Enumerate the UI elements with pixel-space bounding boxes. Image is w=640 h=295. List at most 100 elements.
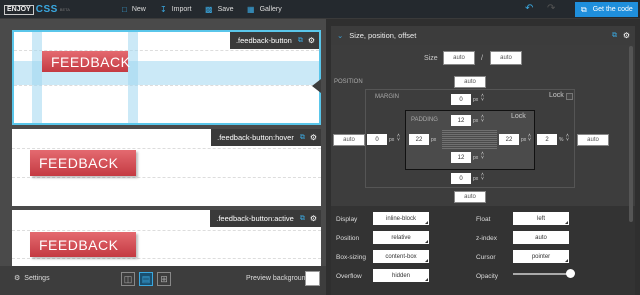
opacity-slider-handle[interactable]: [566, 269, 575, 278]
grid-line: [12, 148, 321, 149]
margin-right-unit[interactable]: %: [559, 137, 563, 143]
display-select[interactable]: inline-block: [373, 212, 429, 225]
gear-icon[interactable]: ⚙: [308, 36, 315, 45]
margin-label: MARGIN: [375, 94, 399, 100]
redo-icon[interactable]: ↷: [547, 3, 555, 14]
save-button[interactable]: ▩ Save: [205, 4, 234, 15]
feedback-button-preview[interactable]: FEEDBACK: [30, 150, 136, 176]
position-left-input[interactable]: auto: [333, 134, 365, 146]
padding-label: PADDING: [411, 117, 438, 123]
margin-right-spinner-icon[interactable]: ˄ ˅: [566, 134, 569, 143]
position-right-input[interactable]: auto: [577, 134, 609, 146]
padding-left-unit[interactable]: px: [431, 137, 436, 143]
padding-top-spinner-icon[interactable]: ˄ ˅: [481, 115, 484, 124]
settings-button[interactable]: ⚙ Settings: [14, 274, 50, 282]
position-bottom-input[interactable]: auto: [454, 191, 486, 203]
float-select[interactable]: left: [513, 212, 569, 225]
copy-icon[interactable]: ⧉: [612, 32, 617, 40]
selector-text: .feedback-button: [235, 36, 292, 45]
width-input[interactable]: auto: [443, 51, 475, 65]
selection-pointer: [312, 79, 321, 93]
selector-label: .feedback-button:hover ⧉ ⚙: [211, 129, 321, 146]
layout-columns-icon[interactable]: ◫: [121, 272, 135, 286]
import-icon: ↧: [160, 5, 167, 14]
padding-bottom-spinner-icon[interactable]: ˄ ˅: [481, 152, 484, 161]
gear-icon[interactable]: ⚙: [623, 31, 630, 40]
logo-beta-text: BETA: [59, 7, 70, 12]
preview-pane: FEEDBACK .feedback-button ⧉ ⚙ FEEDBACK .…: [0, 19, 326, 295]
overflow-select[interactable]: hidden: [373, 269, 429, 282]
save-icon: ▩: [205, 5, 213, 14]
copy-icon[interactable]: ⧉: [300, 134, 305, 142]
padding-right-unit[interactable]: px: [521, 137, 526, 143]
preview-background-swatch[interactable]: [305, 271, 320, 286]
feedback-button-preview[interactable]: FEEDBACK: [42, 51, 130, 72]
height-input[interactable]: auto: [490, 51, 522, 65]
properties-pane: ⌄ Size, position, offset ⧉ ⚙ Size auto /…: [326, 19, 640, 295]
margin-top-input[interactable]: 0: [451, 94, 471, 105]
position-label: POSITION: [334, 79, 363, 85]
gear-icon[interactable]: ⚙: [310, 133, 317, 142]
float-label: Float: [476, 216, 491, 223]
code-icon: ⧉: [581, 4, 587, 14]
panel-header[interactable]: ⌄ Size, position, offset ⧉ ⚙: [331, 26, 635, 45]
gear-icon: ⚙: [14, 275, 21, 282]
selector-text: .feedback-button:active: [216, 214, 294, 223]
margin-bottom-spinner-icon[interactable]: ˄ ˅: [481, 173, 484, 182]
padding-right-spinner-icon[interactable]: ˄ ˅: [528, 134, 531, 143]
size-label: Size: [424, 55, 438, 62]
opacity-slider-track[interactable]: [513, 273, 573, 275]
import-button[interactable]: ↧ Import: [160, 4, 192, 15]
logo-enjoy-text: ENJOY: [4, 4, 34, 15]
position-select[interactable]: relative: [373, 231, 429, 244]
padding-top-unit[interactable]: px: [473, 118, 478, 124]
margin-bottom-unit[interactable]: px: [473, 176, 478, 182]
zindex-input[interactable]: auto: [513, 231, 569, 244]
cursor-select[interactable]: pointer: [513, 250, 569, 263]
save-label: Save: [217, 6, 234, 13]
size-separator: /: [481, 55, 483, 62]
margin-left-unit[interactable]: px: [389, 137, 394, 143]
gallery-button[interactable]: ▦ Gallery: [247, 4, 282, 15]
feedback-button-preview[interactable]: FEEDBACK: [30, 232, 136, 257]
gallery-label: Gallery: [259, 6, 282, 13]
boxsizing-label: Box-sizing: [336, 254, 366, 261]
padding-bottom-unit[interactable]: px: [473, 155, 478, 161]
copy-icon[interactable]: ⧉: [298, 37, 303, 45]
margin-lock-checkbox[interactable]: [566, 93, 573, 100]
margin-bottom-input[interactable]: 0: [451, 173, 471, 184]
get-the-code-button[interactable]: ⧉ Get the code: [575, 2, 638, 17]
padding-top-input[interactable]: 12: [451, 115, 471, 126]
preview-background-label: Preview background: [246, 275, 310, 282]
layout-grid-icon[interactable]: ⊞: [157, 272, 171, 286]
enjoycss-logo[interactable]: ENJOY CSS BETA: [4, 4, 70, 15]
margin-right-input[interactable]: 2: [537, 134, 557, 145]
undo-icon[interactable]: ↶: [525, 3, 533, 14]
position-top-input[interactable]: auto: [454, 76, 486, 88]
panel-scrollbar[interactable]: [629, 46, 633, 222]
boxsizing-select[interactable]: content-box: [373, 250, 429, 263]
preview-hover[interactable]: FEEDBACK .feedback-button:hover ⧉ ⚙: [12, 129, 321, 206]
padding-bottom-input[interactable]: 12: [451, 152, 471, 163]
margin-top-spinner-icon[interactable]: ˄ ˅: [481, 94, 484, 103]
grid-line: [14, 85, 319, 86]
margin-left-spinner-icon[interactable]: ˄ ˅: [397, 134, 400, 143]
preview-normal[interactable]: FEEDBACK .feedback-button ⧉ ⚙: [12, 30, 321, 125]
opacity-label: Opacity: [476, 273, 499, 280]
margin-left-input[interactable]: 0: [367, 134, 387, 145]
new-icon: □: [122, 5, 127, 14]
new-button[interactable]: □ New: [122, 4, 146, 15]
panel-title: Size, position, offset: [349, 31, 417, 40]
cursor-label: Cursor: [476, 254, 496, 261]
padding-left-input[interactable]: 22: [409, 134, 429, 145]
copy-icon[interactable]: ⧉: [300, 215, 305, 223]
gear-icon[interactable]: ⚙: [310, 214, 317, 223]
selector-label: .feedback-button:active ⧉ ⚙: [210, 210, 321, 227]
selection-band-left: [32, 32, 42, 123]
layout-rows-icon[interactable]: ▤: [139, 272, 153, 286]
margin-top-unit[interactable]: px: [473, 97, 478, 103]
position-prop-label: Position: [336, 235, 360, 242]
zindex-label: z-index: [476, 235, 497, 242]
grid-line: [12, 258, 321, 259]
padding-right-input[interactable]: 22: [499, 134, 519, 145]
